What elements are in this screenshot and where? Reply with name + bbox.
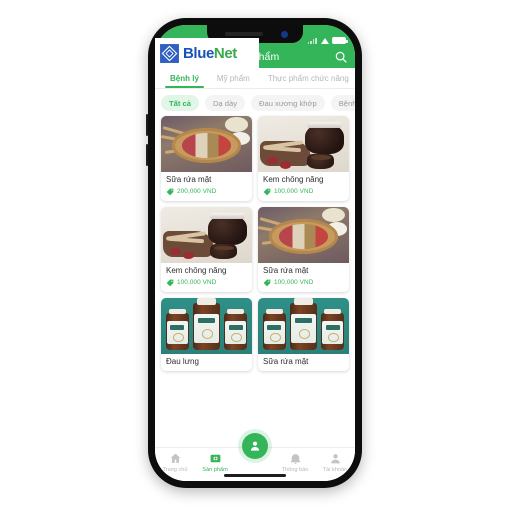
product-price: 100,000 VND — [177, 279, 217, 287]
product-card-body: Kem chống nắng 100,000 VND — [258, 172, 349, 201]
product-title: Kem chống nắng — [263, 176, 324, 184]
product-price-row: 100,000 VND — [263, 188, 344, 196]
bell-icon — [290, 454, 300, 464]
product-image-herbal-jar — [258, 116, 349, 172]
bluenet-logo: BlueNet — [155, 38, 259, 68]
nav-label: Sản phẩm — [202, 467, 228, 473]
product-title: Sữa rửa mặt — [263, 266, 309, 275]
nav-label: Thông báo — [281, 467, 309, 473]
product-price: 100,000 VND — [274, 279, 314, 287]
home-indicator-bar — [224, 474, 286, 477]
product-image-supplement-bottles — [258, 297, 349, 354]
earpiece-speaker — [225, 32, 263, 36]
user-badge-icon — [250, 441, 260, 451]
price-tag-icon — [263, 188, 271, 196]
chip-dau-xuong-khop[interactable]: Đau xương khớp — [251, 95, 325, 111]
product-price-row: 100,000 VND — [166, 279, 247, 287]
product-card[interactable]: Sữa rửa mặt — [258, 297, 349, 372]
tab-benh-ly[interactable]: Bệnh lý — [161, 68, 208, 88]
product-title: Sữa rửa mặt — [263, 357, 309, 366]
blue-diamond-logo-icon — [160, 43, 179, 63]
product-card[interactable]: Sữa rửa mặt 200,000 VND — [161, 116, 252, 201]
status-bar-icons — [307, 37, 348, 44]
screenshot-canvas: Sản phẩm Bệnh lý Mỹ phẩm Thực phẩm chức … — [0, 0, 510, 510]
battery-full-icon — [332, 37, 348, 44]
product-title: Sữa rửa mặt — [166, 176, 212, 184]
product-title: Kem chống nắng — [166, 266, 227, 275]
product-card-body: Kem chống nắng 100,000 VND — [161, 263, 252, 292]
logo-text-blue: Blue — [183, 44, 214, 62]
price-tag-icon — [263, 279, 271, 286]
tab-thuc-pham-chuc-nang[interactable]: Thực phẩm chức năng — [259, 68, 355, 88]
product-card[interactable]: Đau lưng — [161, 297, 252, 372]
phone-device-frame: Sản phẩm Bệnh lý Mỹ phẩm Thực phẩm chức … — [146, 18, 362, 488]
product-card[interactable]: Sữa rửa mặt 100,000 VND — [258, 206, 349, 292]
product-title: Đau lưng — [166, 357, 199, 366]
cellular-signal-icon — [307, 37, 317, 44]
logo-wordmark: BlueNet — [183, 45, 237, 62]
product-price-row: 200,000 VND — [166, 188, 247, 196]
product-price-row: 100,000 VND — [263, 279, 344, 287]
floating-action-button[interactable] — [242, 433, 268, 459]
product-price: 200,000 VND — [177, 188, 217, 196]
chip-da-day[interactable]: Dạ dày — [204, 95, 246, 111]
category-tabs[interactable]: Bệnh lý Mỹ phẩm Thực phẩm chức năng — [155, 68, 355, 89]
nav-item-thong-bao[interactable]: Thông báo — [275, 452, 315, 473]
chip-benh-ve[interactable]: Bệnh về — [330, 95, 355, 111]
product-image-supplement-bottles — [161, 297, 252, 354]
tab-my-pham[interactable]: Mỹ phẩm — [208, 68, 259, 88]
product-price: 100,000 VND — [274, 188, 314, 196]
product-card-body: Sữa rửa mặt 200,000 VND — [161, 172, 252, 201]
product-card[interactable]: Kem chống nắng 100,000 VND — [161, 206, 252, 292]
wifi-icon — [320, 37, 329, 44]
nav-label: Trang chủ — [162, 467, 188, 473]
front-camera — [281, 30, 288, 38]
nav-label: Tài khoản — [322, 467, 348, 473]
product-image-herbal-jar — [161, 206, 252, 263]
product-card-body: Sữa rửa mặt 100,000 VND — [258, 263, 349, 292]
chip-tat-ca[interactable]: Tất cả — [161, 95, 199, 111]
price-tag-icon — [166, 188, 174, 196]
product-image-herbal-bowl — [161, 116, 252, 172]
product-grid: Sữa rửa mặt 200,000 VND Kem chống nắng 1… — [155, 116, 355, 372]
filter-chip-row[interactable]: Tất cả Dạ dày Đau xương khớp Bệnh về — [155, 89, 355, 116]
person-icon — [330, 454, 340, 464]
nav-item-trang-chu[interactable]: Trang chủ — [155, 452, 195, 473]
product-image-herbal-bowl — [258, 206, 349, 263]
phone-screen: Sản phẩm Bệnh lý Mỹ phẩm Thực phẩm chức … — [155, 25, 355, 481]
search-icon[interactable] — [334, 50, 348, 64]
nav-item-san-pham[interactable]: Sản phẩm — [195, 452, 235, 473]
logo-text-net: Net — [213, 44, 237, 62]
product-card[interactable]: Kem chống nắng 100,000 VND — [258, 116, 349, 201]
price-tag-icon — [166, 279, 174, 286]
home-icon — [170, 453, 180, 463]
nav-item-tai-khoan[interactable]: Tài khoản — [315, 452, 355, 473]
product-card-body: Đau lưng — [161, 354, 252, 372]
product-icon — [210, 454, 220, 463]
product-card-body: Sữa rửa mặt — [258, 354, 349, 372]
